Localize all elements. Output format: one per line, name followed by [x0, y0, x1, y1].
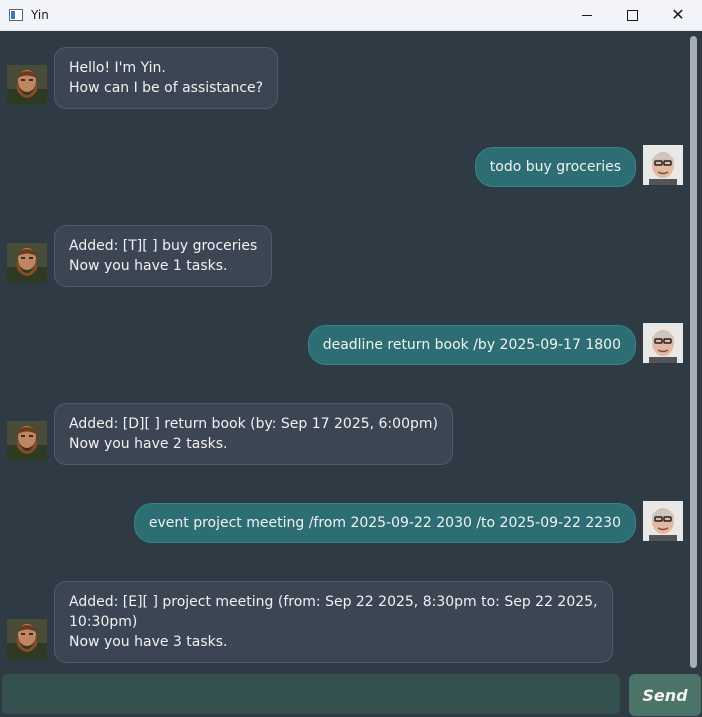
bot-avatar [7, 619, 47, 659]
message-line: Now you have 1 tasks. [69, 258, 228, 274]
message-line: Added: [E][ ] project meeting (from: Sep… [69, 594, 598, 610]
app-window-icon [9, 9, 23, 21]
message-line: Now you have 2 tasks. [69, 436, 228, 452]
message-line: 10:30pm) [69, 614, 138, 630]
bot-message-bubble: Added: [E][ ] project meeting (from: Sep… [54, 581, 613, 663]
message-input[interactable] [2, 674, 620, 714]
close-button[interactable]: ✕ [655, 0, 701, 30]
message-line: How can I be of assistance? [69, 80, 264, 96]
vertical-scrollbar[interactable] [690, 36, 697, 668]
bot-avatar [7, 65, 47, 105]
user-message-bubble: todo buy groceries [474, 147, 636, 187]
message-line: Added: [T][ ] buy groceries [69, 238, 258, 254]
chat-scroll-pane[interactable]: Hello! I'm Yin. How can I be of assistan… [0, 31, 702, 671]
app-window: Yin ✕ Hello! I'm Yin. How can I be of as… [0, 0, 702, 717]
bot-message-bubble: Added: [D][ ] return book (by: Sep 17 20… [54, 403, 453, 465]
bot-avatar [7, 243, 47, 283]
send-button[interactable]: Send [629, 674, 701, 716]
maximize-icon [626, 9, 638, 21]
close-icon: ✕ [671, 5, 685, 24]
window-title: Yin [31, 8, 49, 22]
bot-message-bubble: Hello! I'm Yin. How can I be of assistan… [54, 47, 279, 109]
maximize-button[interactable] [609, 0, 655, 30]
message-line: todo buy groceries [489, 159, 621, 175]
user-avatar [643, 501, 683, 541]
title-bar[interactable]: Yin ✕ [0, 0, 702, 31]
minimize-button[interactable] [564, 0, 610, 30]
message-line: event project meeting /from 2025-09-22 2… [148, 515, 621, 531]
user-avatar [643, 323, 683, 363]
user-message-bubble: deadline return book /by 2025-09-17 1800 [307, 325, 636, 365]
message-line: deadline return book /by 2025-09-17 1800 [322, 337, 621, 353]
input-bar: Send [0, 671, 702, 717]
user-message-bubble: event project meeting /from 2025-09-22 2… [133, 503, 636, 543]
user-avatar [643, 145, 683, 185]
bot-message-bubble: Added: [T][ ] buy groceries Now you have… [54, 225, 273, 287]
message-line: Added: [D][ ] return book (by: Sep 17 20… [69, 416, 438, 432]
bot-avatar [7, 421, 47, 461]
minimize-icon [582, 14, 592, 16]
message-line: Now you have 3 tasks. [69, 634, 228, 650]
message-line: Hello! I'm Yin. [69, 60, 166, 76]
